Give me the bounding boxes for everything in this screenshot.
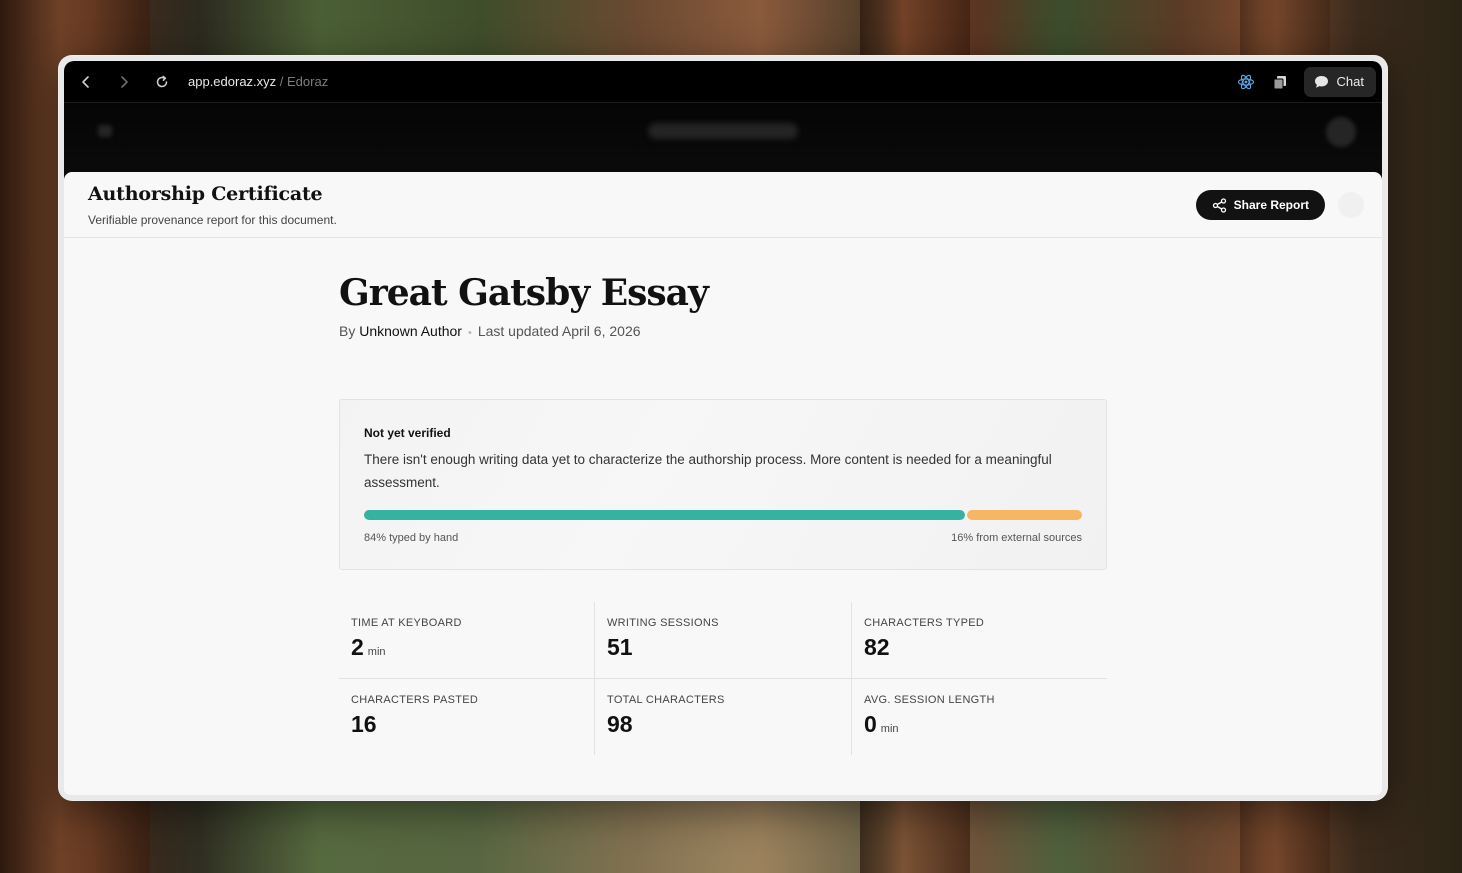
chat-button[interactable]: Chat [1303, 66, 1376, 97]
chevron-right-icon [121, 75, 128, 88]
chevron-left-icon [82, 75, 89, 88]
extension-pages-button[interactable] [1266, 68, 1294, 96]
stat-total-characters: TOTAL CHARACTERS 98 [595, 679, 852, 755]
meta-separator: • [467, 327, 472, 339]
stat-value: 51 [607, 634, 839, 661]
author-name: Unknown Author [359, 323, 462, 339]
stat-time-at-keyboard: TIME AT KEYBOARD 2 min [339, 602, 595, 679]
external-segment [967, 510, 1082, 520]
blurred-page-title [648, 123, 798, 139]
stats-grid: TIME AT KEYBOARD 2 min WRITING SESSIONS 5… [339, 602, 1107, 755]
url-separator: / [276, 74, 288, 89]
document-title: Great Gatsby Essay [339, 272, 709, 314]
site-name: Edoraz [287, 74, 329, 89]
sheet-close-button[interactable] [1338, 192, 1364, 218]
chat-bubble-icon [1314, 75, 1328, 88]
by-prefix: By [339, 323, 360, 339]
copy-pages-icon [1273, 75, 1286, 89]
react-atom-icon [1237, 74, 1254, 89]
last-updated: Last updated April 6, 2026 [477, 323, 641, 339]
stat-label: CHARACTERS TYPED [864, 617, 985, 629]
certificate-subtitle: Verifiable provenance report for this do… [88, 213, 337, 227]
stat-label: WRITING SESSIONS [607, 617, 719, 629]
stat-characters-pasted: CHARACTERS PASTED 16 [339, 679, 595, 755]
share-nodes-icon [1212, 197, 1226, 213]
stat-value: 16 [351, 711, 582, 738]
sheet-header: Authorship Certificate Verifiable proven… [64, 172, 1382, 238]
certificate-title: Authorship Certificate [88, 183, 323, 205]
typed-segment [364, 510, 966, 520]
stat-value: 2 min [351, 634, 582, 661]
stat-label: TOTAL CHARACTERS [607, 694, 725, 706]
stat-label: TIME AT KEYBOARD [351, 617, 462, 629]
stat-number: 82 [864, 634, 890, 660]
typed-label: 84% typed by hand [364, 532, 459, 544]
blurred-back-control [98, 125, 112, 137]
browser-window: app.edoraz.xyz / Edoraz Chat Authorship … [58, 55, 1388, 801]
verification-status: Not yet verified [364, 426, 451, 440]
stat-unit: min [880, 723, 899, 735]
stat-avg-session-length: AVG. SESSION LENGTH 0 min [852, 679, 1107, 755]
verification-card: Not yet verified There isn't enough writ… [339, 399, 1107, 570]
stat-label: AVG. SESSION LENGTH [864, 694, 995, 706]
stat-characters-typed: CHARACTERS TYPED 82 [852, 602, 1107, 679]
certificate-sheet: Authorship Certificate Verifiable proven… [64, 172, 1382, 795]
browser-toolbar: app.edoraz.xyz / Edoraz Chat [64, 61, 1382, 103]
external-label: 16% from external sources [951, 532, 1082, 544]
stat-value: 82 [864, 634, 1095, 661]
reload-button[interactable] [144, 64, 180, 100]
report-content: Great Gatsby Essay By Unknown Author • Las… [339, 238, 1107, 755]
stat-number: 98 [607, 711, 633, 737]
stat-value: 98 [607, 711, 839, 738]
stat-number: 0 [864, 711, 877, 737]
stat-number: 51 [607, 634, 633, 660]
stat-writing-sessions: WRITING SESSIONS 51 [595, 602, 852, 679]
address-bar[interactable]: app.edoraz.xyz / Edoraz [188, 74, 328, 89]
stat-unit: min [367, 646, 386, 658]
back-button[interactable] [68, 64, 104, 100]
share-report-label: Share Report [1233, 198, 1309, 212]
reload-icon [156, 75, 168, 87]
share-report-button[interactable]: Share Report [1195, 190, 1325, 220]
stat-number: 2 [351, 634, 364, 660]
stat-value: 0 min [864, 711, 1095, 738]
stat-number: 16 [351, 711, 377, 737]
verification-message: There isn't enough writing data yet to c… [364, 452, 1052, 490]
stat-label: CHARACTERS PASTED [351, 694, 479, 706]
blurred-avatar [1326, 117, 1356, 147]
forward-button[interactable] [106, 64, 142, 100]
url-host: app.edoraz.xyz [188, 74, 277, 89]
provenance-bar [364, 510, 1082, 520]
document-meta: By Unknown Author • Last updated April 6, … [339, 323, 1107, 339]
extension-react-button[interactable] [1232, 68, 1260, 96]
toolbar-actions: Chat [1232, 66, 1382, 97]
provenance-labels: 84% typed by hand 16% from external sour… [364, 532, 1082, 544]
chat-label: Chat [1336, 74, 1364, 89]
